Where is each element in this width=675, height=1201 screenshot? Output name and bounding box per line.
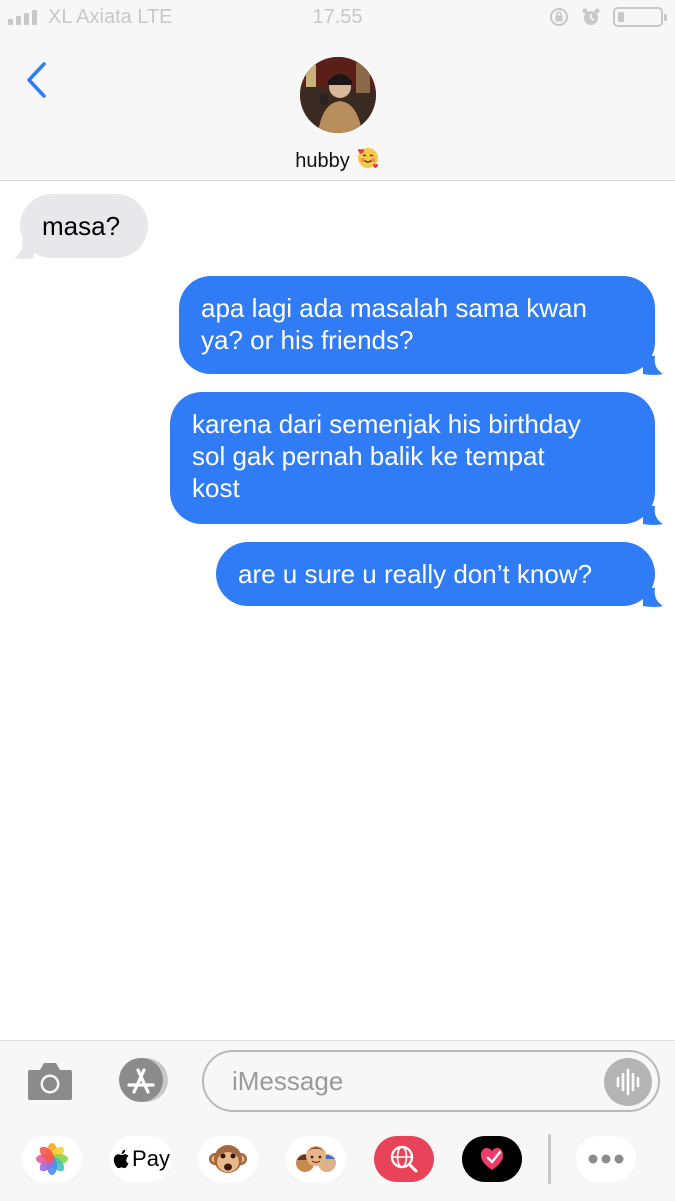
apple-logo-icon (113, 1149, 129, 1169)
incoming-message-bubble[interactable]: masa? (20, 194, 148, 258)
audio-message-button[interactable] (604, 1058, 652, 1106)
screen-rotation-lock-icon (550, 8, 568, 26)
photos-flower-icon (36, 1143, 68, 1175)
apple-pay-button[interactable]: Pay (110, 1136, 172, 1182)
monkey-face-icon (209, 1145, 247, 1173)
memoji-button[interactable] (286, 1136, 346, 1182)
message-line: kost (192, 473, 240, 503)
back-chevron-icon[interactable] (20, 60, 54, 100)
message-line: ya? or his friends? (201, 325, 414, 355)
imessage-input[interactable] (202, 1050, 660, 1112)
battery-icon (613, 7, 667, 27)
status-icons (549, 7, 667, 27)
bubble-tail (643, 588, 663, 607)
camera-icon[interactable] (26, 1058, 74, 1102)
memoji-faces-icon (296, 1146, 336, 1172)
message-text: are u sure u really don’t know? (238, 559, 593, 589)
contact-name[interactable]: hubby (0, 146, 675, 176)
app-drawer: Pay (0, 1126, 675, 1196)
outgoing-message-bubble[interactable]: apa lagi ada masalah sama kwan ya? or hi… (179, 276, 655, 374)
contact-avatar[interactable] (300, 57, 376, 133)
outgoing-message-bubble[interactable]: are u sure u really don’t know? (216, 542, 655, 606)
app-store-icon[interactable] (112, 1055, 174, 1105)
more-apps-button[interactable] (576, 1136, 636, 1182)
message-line: apa lagi ada masalah sama kwan (201, 293, 587, 323)
apple-pay-label: Pay (132, 1146, 170, 1171)
audio-waveform-icon (616, 1068, 640, 1096)
bubble-tail (14, 240, 34, 259)
message-line: karena dari semenjak his birthday (192, 409, 581, 439)
conversation-header: XL Axiata LTE 17.55 hubby (0, 0, 675, 181)
more-dots-icon (588, 1154, 624, 1164)
bubble-tail (643, 356, 663, 375)
message-text: masa? (42, 211, 121, 241)
digital-touch-button[interactable] (462, 1136, 522, 1182)
smiling-face-with-hearts-icon (356, 146, 380, 176)
photos-app-button[interactable] (22, 1136, 82, 1182)
outgoing-message-bubble[interactable]: karena dari semenjak his birthday sol ga… (170, 392, 655, 524)
tray-divider (548, 1134, 551, 1184)
globe-search-icon (374, 1136, 434, 1182)
heart-touch-icon (462, 1136, 522, 1182)
message-line: sol gak pernah balik ke tempat (192, 441, 545, 471)
animoji-button[interactable] (198, 1136, 258, 1182)
bubble-tail (643, 506, 663, 525)
status-bar: XL Axiata LTE 17.55 (0, 0, 675, 38)
image-search-button[interactable] (374, 1136, 434, 1182)
alarm-icon (582, 8, 600, 25)
